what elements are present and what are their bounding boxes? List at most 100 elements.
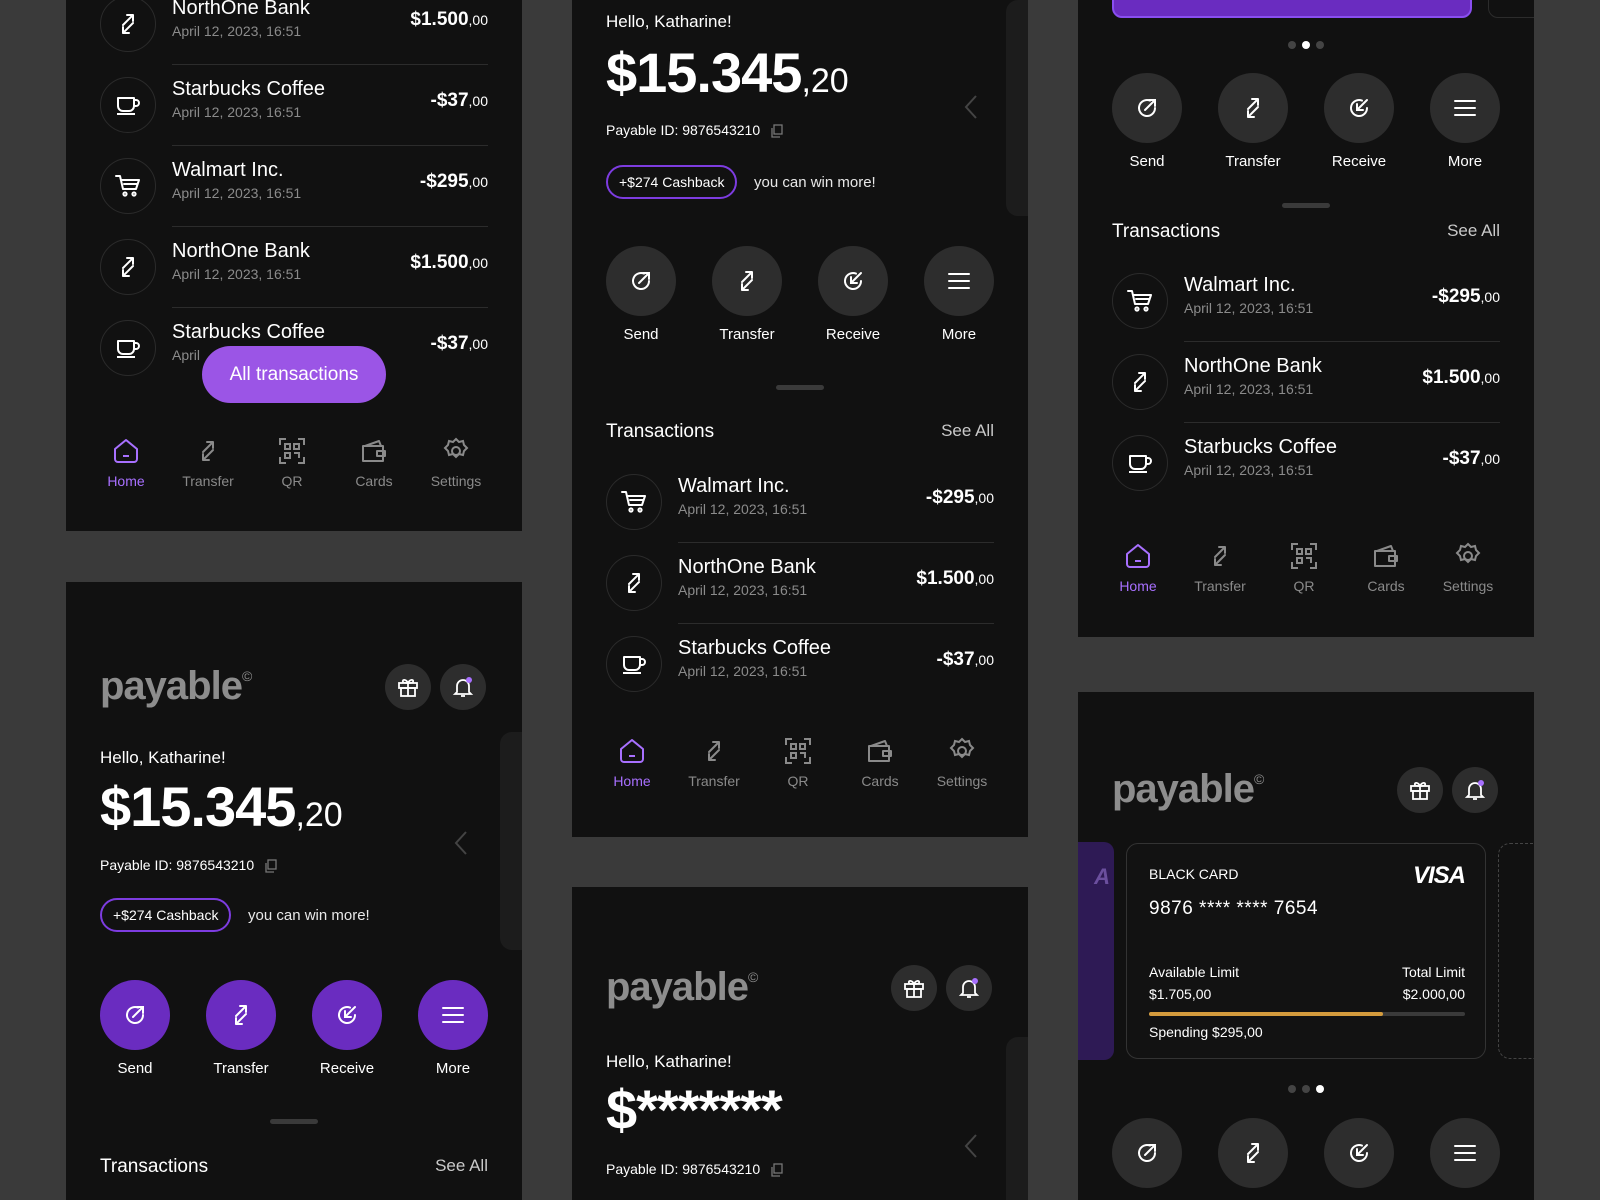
nav-home[interactable]: Home	[592, 733, 672, 789]
see-all-link[interactable]: See All	[435, 1156, 488, 1176]
action-transfer-button[interactable]	[1218, 1118, 1288, 1188]
nav-transfer[interactable]: Transfer	[168, 433, 248, 489]
transfer-icon	[712, 246, 782, 316]
home-icon	[592, 733, 672, 769]
gift-icon	[902, 976, 926, 1000]
see-all-link[interactable]: See All	[941, 421, 994, 441]
action-receive-button[interactable]	[1324, 1118, 1394, 1188]
action-send-button[interactable]: Send	[606, 246, 676, 343]
transaction-name: Starbucks Coffee	[172, 78, 326, 100]
carousel-dots[interactable]	[1288, 1085, 1324, 1093]
transaction-row[interactable]: NorthOne Bank April 12, 2023, 16:51 $1.500…	[606, 543, 994, 624]
menu-icon	[1430, 1118, 1500, 1188]
transaction-row[interactable]: NorthOne Bank April 12, 2023, 16:51 $1.500…	[100, 0, 488, 65]
notifications-button[interactable]	[440, 664, 486, 710]
nav-home[interactable]: Home	[86, 433, 166, 489]
quick-actions	[1112, 1118, 1500, 1198]
payable-logo: payable©	[100, 664, 252, 708]
balance: $15.345,20	[100, 775, 343, 838]
gift-button[interactable]	[1397, 767, 1443, 813]
transaction-row[interactable]: NorthOne Bank April 12, 2023, 16:51 $1.500…	[1112, 342, 1500, 423]
chevron-left-icon[interactable]	[454, 830, 468, 856]
add-card-placeholder[interactable]	[1498, 843, 1534, 1059]
screen-home-hidden-balance: payable© Hello, Katharine! $******* Paya…	[572, 887, 1028, 1200]
black-card[interactable]: BLACK CARD VISA 9876 **** **** 7654 Avai…	[1126, 843, 1486, 1059]
action-more-button[interactable]: More	[418, 980, 488, 1077]
chevron-left-icon[interactable]	[964, 94, 978, 120]
coffee-icon	[100, 320, 156, 376]
transaction-amount: $1.500,00	[410, 252, 488, 273]
cashback-badge[interactable]: +$274 Cashback	[100, 898, 232, 932]
action-more-button[interactable]	[1430, 1118, 1500, 1188]
action-more-button[interactable]: More	[1430, 73, 1500, 170]
nav-transfer[interactable]: Transfer	[1180, 538, 1260, 594]
nav-settings[interactable]: Settings	[922, 733, 1002, 789]
previous-card-fragment: A	[1094, 864, 1110, 889]
card-carousel-peek[interactable]	[1006, 1037, 1028, 1200]
action-receive-button[interactable]: Receive	[818, 246, 888, 343]
nav-cards[interactable]: Cards	[334, 433, 414, 489]
transaction-list: Walmart Inc. April 12, 2023, 16:51 -$295,0…	[572, 462, 1028, 705]
notifications-button[interactable]	[946, 965, 992, 1011]
action-transfer-button[interactable]: Transfer	[206, 980, 276, 1077]
nav-qr[interactable]: QR	[758, 733, 838, 789]
send-icon	[1112, 73, 1182, 143]
nav-transfer[interactable]: Transfer	[674, 733, 754, 789]
drag-handle[interactable]	[776, 385, 824, 390]
transaction-name: Walmart Inc.	[678, 475, 790, 497]
transaction-list: Walmart Inc. April 12, 2023, 16:51 -$295,0…	[1078, 261, 1534, 504]
chevron-left-icon[interactable]	[964, 1133, 978, 1159]
card-edge-next[interactable]	[1488, 0, 1534, 18]
screen-transactions-list: NorthOne Bank April 12, 2023, 16:51 $1.500…	[66, 0, 522, 531]
action-receive-button[interactable]: Receive	[1324, 73, 1394, 170]
transaction-amount: $1.500,00	[410, 9, 488, 30]
card-carousel-peek[interactable]	[1006, 0, 1028, 216]
screen-home-card: payable© A BLACK CARD VISA 9876 **** ***…	[1078, 692, 1534, 1200]
action-send-button[interactable]: Send	[100, 980, 170, 1077]
see-all-link[interactable]: See All	[1447, 221, 1500, 241]
previous-card[interactable]: A	[1078, 842, 1114, 1060]
all-transactions-button[interactable]: All transactions	[202, 346, 386, 403]
nav-settings[interactable]: Settings	[1428, 538, 1508, 594]
action-send-button[interactable]: Send	[1112, 73, 1182, 170]
gift-button[interactable]	[891, 965, 937, 1011]
carousel-dots[interactable]	[1288, 41, 1324, 49]
card-bottom-edge[interactable]	[1112, 0, 1472, 18]
action-send-button[interactable]	[1112, 1118, 1182, 1188]
screen-home-purple: payable© Hello, Katharine! $15.345,20 Pa…	[66, 582, 522, 1200]
transaction-row[interactable]: Starbucks Coffee April 12, 2023, 16:51 -$3…	[606, 624, 994, 705]
card-carousel-peek[interactable]	[500, 732, 522, 950]
transaction-row[interactable]: Walmart Inc. April 12, 2023, 16:51 -$295,0…	[606, 462, 994, 543]
copy-icon[interactable]	[264, 859, 278, 873]
nav-qr[interactable]: QR	[1264, 538, 1344, 594]
transaction-row[interactable]: Walmart Inc. April 12, 2023, 16:51 -$295,0…	[1112, 261, 1500, 342]
drag-handle[interactable]	[270, 1119, 318, 1124]
balance-hidden[interactable]: $*******	[606, 1077, 783, 1142]
copy-icon[interactable]	[770, 1163, 784, 1177]
nav-settings[interactable]: Settings	[416, 433, 496, 489]
bell-icon	[957, 976, 981, 1000]
send-icon	[1112, 1118, 1182, 1188]
nav-label: Transfer	[688, 773, 740, 789]
gift-button[interactable]	[385, 664, 431, 710]
nav-home[interactable]: Home	[1098, 538, 1178, 594]
nav-cards[interactable]: Cards	[1346, 538, 1426, 594]
copy-icon[interactable]	[770, 124, 784, 138]
transaction-row[interactable]: Walmart Inc. April 12, 2023, 16:51 -$295,0…	[100, 146, 488, 227]
action-receive-button[interactable]: Receive	[312, 980, 382, 1077]
transaction-row[interactable]: Starbucks Coffee April 12, 2023, 16:51 -$3…	[1112, 423, 1500, 504]
notifications-button[interactable]	[1452, 767, 1498, 813]
win-more-text: you can win more!	[754, 174, 876, 191]
transaction-date: April 12, 2023, 16:51	[172, 104, 302, 120]
nav-cards[interactable]: Cards	[840, 733, 920, 789]
action-transfer-button[interactable]: Transfer	[712, 246, 782, 343]
cart-icon	[100, 158, 156, 214]
transaction-row[interactable]: Starbucks Coffee April 12, 2023, 16:51 -$3…	[100, 65, 488, 146]
cashback-badge[interactable]: +$274 Cashback	[606, 165, 738, 199]
drag-handle[interactable]	[1282, 203, 1330, 208]
action-more-button[interactable]: More	[924, 246, 994, 343]
action-transfer-button[interactable]: Transfer	[1218, 73, 1288, 170]
nav-qr[interactable]: QR	[252, 433, 332, 489]
action-label: Transfer	[1225, 153, 1281, 170]
transaction-row[interactable]: NorthOne Bank April 12, 2023, 16:51 $1.500…	[100, 227, 488, 308]
